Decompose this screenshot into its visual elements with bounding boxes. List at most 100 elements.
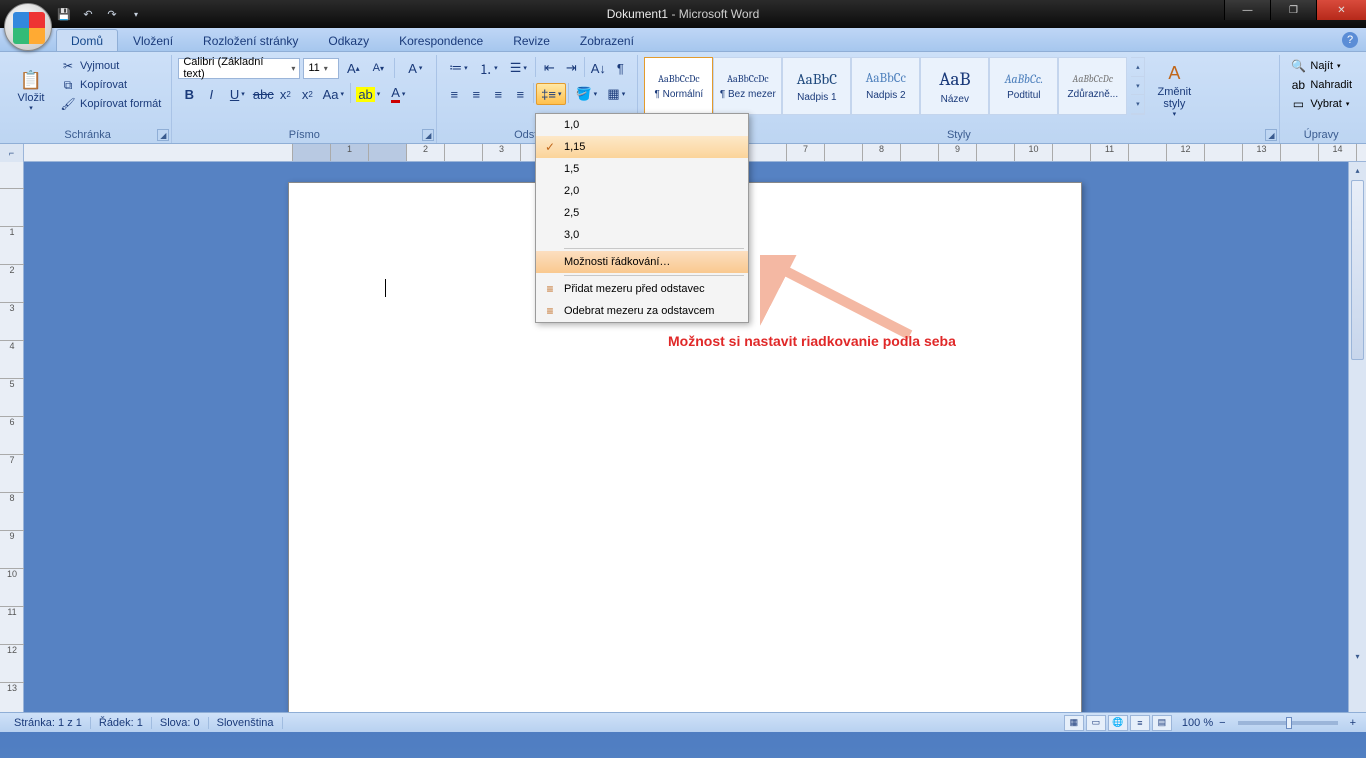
paste-button[interactable]: 📋 Vložit▾ [10, 57, 52, 123]
close-button[interactable]: ✕ [1316, 0, 1366, 20]
line-spacing-3,0[interactable]: 3,0 [536, 224, 748, 246]
justify-button[interactable]: ≡ [509, 83, 531, 105]
align-right-button[interactable]: ≡ [487, 83, 509, 105]
style-item-1[interactable]: AaBbCcDc¶ Bez mezer [713, 57, 782, 115]
tab-mailings[interactable]: Korespondence [384, 29, 498, 51]
minimize-button[interactable]: — [1224, 0, 1270, 20]
view-draft[interactable]: ▤ [1152, 715, 1172, 731]
decrease-indent-button[interactable]: ⇤ [538, 57, 560, 79]
zoom-in-button[interactable]: + [1346, 717, 1360, 729]
styles-dialog-launcher[interactable]: ◢ [1265, 129, 1277, 141]
status-page[interactable]: Stránka: 1 z 1 [6, 717, 91, 729]
status-language[interactable]: Slovenština [209, 717, 283, 729]
status-words[interactable]: Slova: 0 [152, 717, 209, 729]
style-item-5[interactable]: AaBbCc.Podtitul [989, 57, 1058, 115]
sort-button[interactable]: A↓ [587, 57, 609, 79]
line-spacing-1,15[interactable]: ✓1,15 [536, 136, 748, 158]
underline-button[interactable]: U [222, 83, 252, 105]
line-spacing-2,5[interactable]: 2,5 [536, 202, 748, 224]
line-spacing-1,0[interactable]: 1,0 [536, 114, 748, 136]
undo-icon[interactable]: ↶ [80, 6, 96, 22]
tab-home[interactable]: Domů [56, 29, 118, 51]
find-button[interactable]: 🔍Najít ▾ [1286, 57, 1356, 75]
tab-review[interactable]: Revize [498, 29, 565, 51]
save-icon[interactable]: 💾 [56, 6, 72, 22]
help-button[interactable]: ? [1342, 32, 1358, 48]
select-icon: ▭ [1290, 96, 1306, 112]
shrink-font-button[interactable]: A▾ [367, 57, 389, 79]
window-title: Dokument1 - Microsoft Word [607, 7, 760, 21]
group-label-editing: Úpravy [1286, 129, 1356, 143]
italic-button[interactable]: I [200, 83, 222, 105]
zoom-out-button[interactable]: − [1215, 717, 1229, 729]
font-color-button[interactable]: A [383, 83, 413, 105]
multilevel-button[interactable]: ☰ [503, 57, 533, 79]
tab-layout[interactable]: Rozložení stránky [188, 29, 313, 51]
zoom-level[interactable]: 100 % [1182, 717, 1213, 729]
tab-insert[interactable]: Vložení [118, 29, 188, 51]
font-size-combo[interactable]: 11▾ [303, 58, 339, 79]
borders-button[interactable]: ▦ [601, 83, 631, 105]
select-button[interactable]: ▭Vybrat ▾ [1286, 95, 1356, 113]
zoom-slider[interactable] [1238, 721, 1338, 725]
redo-icon[interactable]: ↷ [104, 6, 120, 22]
maximize-button[interactable]: ❐ [1270, 0, 1316, 20]
vertical-ruler[interactable]: 1234567891011121314 [0, 162, 24, 712]
format-painter-button[interactable]: 🖌Kopírovat formát [56, 95, 165, 113]
style-item-0[interactable]: AaBbCcDc¶ Normální [644, 57, 713, 115]
increase-indent-button[interactable]: ⇥ [560, 57, 582, 79]
tab-selector[interactable]: ⌐ [0, 144, 24, 162]
qat-more-icon[interactable]: ▾ [128, 6, 144, 22]
subscript-button[interactable]: x2 [274, 83, 296, 105]
line-spacing-1,5[interactable]: 1,5 [536, 158, 748, 180]
remove-space-after[interactable]: ≡Odebrat mezeru za odstavcem [536, 300, 748, 322]
highlight-button[interactable]: ab [353, 83, 383, 105]
copy-button[interactable]: ⧉Kopírovat [56, 76, 165, 94]
view-print-layout[interactable]: ▦ [1064, 715, 1084, 731]
paste-icon: 📋 [19, 68, 43, 92]
line-spacing-2,0[interactable]: 2,0 [536, 180, 748, 202]
grow-font-button[interactable]: A▴ [342, 57, 364, 79]
change-case-button[interactable]: Aa [318, 83, 348, 105]
view-web-layout[interactable]: 🌐 [1108, 715, 1128, 731]
view-outline[interactable]: ≡ [1130, 715, 1150, 731]
clear-formatting-button[interactable]: A [400, 57, 430, 79]
cut-button[interactable]: ✂Vyjmout [56, 57, 165, 75]
strike-button[interactable]: abc [252, 83, 274, 105]
bullets-button[interactable]: ≔ [443, 57, 473, 79]
styles-gallery-more[interactable]: ▴▾▾ [1131, 57, 1145, 115]
numbering-button[interactable]: ⒈ [473, 57, 503, 79]
ribbon-tabs: Domů Vložení Rozložení stránky Odkazy Ko… [0, 28, 1366, 52]
font-dialog-launcher[interactable]: ◢ [422, 129, 434, 141]
view-full-screen[interactable]: ▭ [1086, 715, 1106, 731]
style-item-2[interactable]: AaBbCNadpis 1 [782, 57, 851, 115]
vertical-scrollbar[interactable]: ▴ ▾ [1348, 162, 1366, 712]
change-styles-button[interactable]: A Změnit styly▾ [1149, 57, 1199, 123]
tab-references[interactable]: Odkazy [313, 29, 384, 51]
superscript-button[interactable]: x2 [296, 83, 318, 105]
scroll-thumb[interactable] [1351, 180, 1364, 360]
align-center-button[interactable]: ≡ [465, 83, 487, 105]
clipboard-dialog-launcher[interactable]: ◢ [157, 129, 169, 141]
shading-button[interactable]: 🪣 [571, 83, 601, 105]
line-spacing-button[interactable]: ‡≡ [536, 83, 566, 105]
style-item-4[interactable]: AaBNázev [920, 57, 989, 115]
replace-button[interactable]: abNahradit [1286, 76, 1356, 94]
style-item-6[interactable]: AaBbCcDcZdůrazně... [1058, 57, 1127, 115]
office-button[interactable] [4, 3, 52, 51]
style-item-3[interactable]: AaBbCcNadpis 2 [851, 57, 920, 115]
line-spacing-options[interactable]: Možnosti řádkování… [536, 251, 748, 273]
bold-button[interactable]: B [178, 83, 200, 105]
scroll-up-button[interactable]: ▴ [1349, 162, 1366, 178]
quick-access-toolbar: 💾 ↶ ↷ ▾ [56, 6, 144, 22]
show-marks-button[interactable]: ¶ [609, 57, 631, 79]
status-line[interactable]: Řádek: 1 [91, 717, 152, 729]
copy-icon: ⧉ [60, 77, 76, 93]
add-space-before[interactable]: ≡Přidat mezeru před odstavec [536, 278, 748, 300]
tab-view[interactable]: Zobrazení [565, 29, 649, 51]
scroll-down-button[interactable]: ▾ [1349, 648, 1366, 664]
change-styles-icon: A [1162, 62, 1186, 86]
find-icon: 🔍 [1290, 58, 1306, 74]
font-name-combo[interactable]: Calibri (Základní text)▾ [178, 58, 300, 79]
align-left-button[interactable]: ≡ [443, 83, 465, 105]
